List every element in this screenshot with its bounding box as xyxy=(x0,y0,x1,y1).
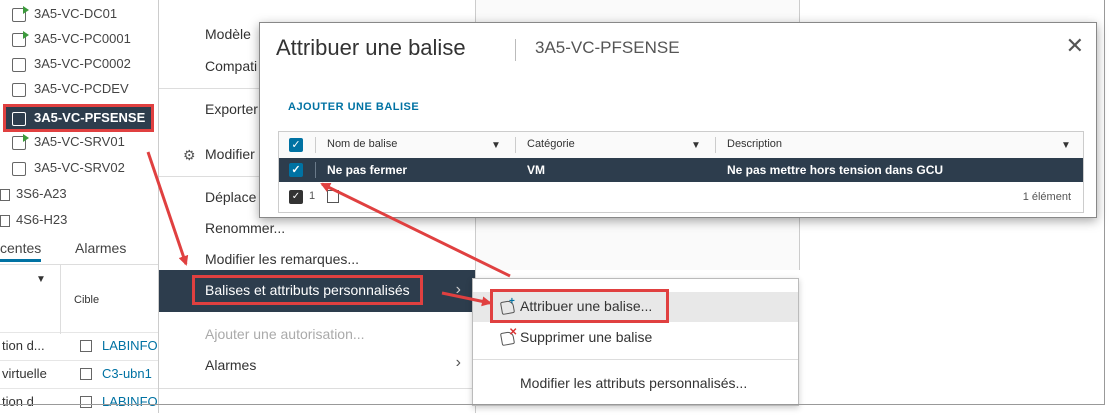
vm-icon xyxy=(12,82,26,97)
title-divider xyxy=(515,39,516,61)
tree-item-vm[interactable]: 3A5-VC-SRV01 xyxy=(12,131,125,153)
column-separator xyxy=(315,137,316,153)
column-divider xyxy=(60,264,61,334)
close-icon[interactable]: ✕ xyxy=(1066,33,1084,59)
menu-item-tags-label: Balises et attributs personnalisés xyxy=(192,275,423,305)
grid-footer: ✓ 1 1 élément xyxy=(279,182,1083,212)
tree-item-vm[interactable]: 3A5-VC-SRV02 xyxy=(12,157,125,179)
assign-tag-highlight xyxy=(490,289,669,323)
task-name: tion d xyxy=(2,394,34,409)
vm-icon xyxy=(12,57,26,72)
selection-checkbox-icon[interactable]: ✓ xyxy=(289,190,303,204)
submenu-item-remove-tag[interactable]: ✕ Supprimer une balise xyxy=(473,323,798,353)
table-row[interactable]: tion d... LABINFO xyxy=(0,332,158,359)
task-name: virtuelle xyxy=(2,366,47,381)
column-header-target: Cible xyxy=(74,294,100,306)
vm-powered-on-icon xyxy=(12,133,29,150)
inventory-tree: 3A5-VC-DC01 3A5-VC-PC0001 3A5-VC-PC0002 … xyxy=(0,0,160,240)
dialog-subtitle: 3A5-VC-PFSENSE xyxy=(535,38,680,57)
tree-item-vm[interactable]: 3A5-VC-DC01 xyxy=(12,3,117,25)
selected-count: 1 xyxy=(309,190,316,202)
tab-recent-tasks[interactable]: centes xyxy=(0,240,42,262)
column-toggle-icon[interactable] xyxy=(327,190,339,203)
filter-icon[interactable]: ▼ xyxy=(491,140,501,151)
menu-item-modele[interactable]: Modèle xyxy=(205,26,251,42)
host-icon xyxy=(0,214,10,227)
row-checkbox[interactable]: ✓ xyxy=(289,163,303,177)
task-target-link[interactable]: LABINFO xyxy=(102,389,158,415)
tags-submenu: + Attribuer une balise... ✕ Supprimer un… xyxy=(472,278,799,406)
vm-powered-on-icon xyxy=(12,30,29,47)
menu-item-compatibility[interactable]: Compati xyxy=(205,58,257,74)
menu-item-edit-notes[interactable]: Modifier les remarques... xyxy=(205,251,359,267)
menu-item-alarms[interactable]: Alarmes xyxy=(205,357,256,373)
task-name: tion d... xyxy=(2,338,45,353)
bottom-tabs: centes Alarmes xyxy=(0,236,158,265)
menu-item-rename[interactable]: Renommer... xyxy=(205,220,285,236)
submenu-item-modify-attributes[interactable]: Modifier les attributs personnalisés... xyxy=(473,369,798,399)
table-row[interactable]: virtuelle C3-ubn1 xyxy=(0,360,158,387)
recent-tasks-table: ▼ Cible tion d... LABINFO virtuelle C3-u… xyxy=(0,264,158,413)
menu-item-add-permission: Ajouter une autorisation... xyxy=(205,326,365,342)
task-target-link[interactable]: C3-ubn1 xyxy=(102,361,152,387)
vm-icon xyxy=(12,111,26,126)
tag-grid: ✓ Nom de balise ▼ Catégorie ▼ Descriptio… xyxy=(278,131,1084,213)
add-tag-button[interactable]: AJOUTER UNE BALISE xyxy=(288,101,419,113)
tag-description-cell: Ne pas mettre hors tension dans GCU xyxy=(727,163,944,177)
edit-settings-icon: ⚙ xyxy=(183,147,196,163)
column-header-category[interactable]: Catégorie xyxy=(527,138,575,150)
target-vm-icon xyxy=(80,368,92,380)
filter-icon[interactable]: ▼ xyxy=(36,274,46,285)
filter-icon[interactable]: ▼ xyxy=(691,140,701,151)
column-separator xyxy=(715,137,716,153)
tab-alarms[interactable]: Alarmes xyxy=(75,240,126,256)
dialog-title: Attribuer une balise xyxy=(276,35,466,60)
target-vm-icon xyxy=(80,396,92,408)
menu-item-tags-active[interactable]: Balises et attributs personnalisés › xyxy=(159,270,475,312)
table-row[interactable]: tion d LABINFO xyxy=(0,388,158,415)
column-header-description[interactable]: Description xyxy=(727,138,782,150)
tag-category-cell: VM xyxy=(527,163,545,177)
column-separator xyxy=(315,162,316,178)
menu-item-edit-settings[interactable]: Modifier xyxy=(205,146,255,162)
assign-tag-dialog: Attribuer une balise 3A5-VC-PFSENSE ✕ AJ… xyxy=(259,22,1097,218)
remove-badge-icon: ✕ xyxy=(509,327,518,338)
tree-item-vm-selected[interactable]: 3A5-VC-PFSENSE xyxy=(2,104,155,132)
host-icon xyxy=(0,188,10,201)
tree-item-vm[interactable]: 3A5-VC-PC0002 xyxy=(12,53,131,75)
menu-item-move[interactable]: Déplace xyxy=(205,189,256,205)
menu-separator xyxy=(473,359,798,360)
tree-item-host[interactable]: 3S6-A23 xyxy=(0,183,67,205)
target-vm-icon xyxy=(80,340,92,352)
filter-icon[interactable]: ▼ xyxy=(1061,140,1071,151)
menu-item-export[interactable]: Exporter xyxy=(205,101,258,117)
vm-powered-on-icon xyxy=(12,5,29,22)
total-items: 1 élément xyxy=(1022,191,1071,203)
column-header-name[interactable]: Nom de balise xyxy=(327,138,397,150)
tree-item-vm[interactable]: 3A5-VC-PC0001 xyxy=(12,28,131,50)
grid-header: ✓ Nom de balise ▼ Catégorie ▼ Descriptio… xyxy=(279,132,1083,159)
menu-separator xyxy=(159,388,475,389)
table-row[interactable]: ✓ Ne pas fermer VM Ne pas mettre hors te… xyxy=(279,158,1083,182)
chevron-right-icon: › xyxy=(455,281,461,298)
tree-item-vm[interactable]: 3A5-VC-PCDEV xyxy=(12,78,129,100)
vm-icon xyxy=(12,161,26,176)
column-separator xyxy=(515,137,516,153)
task-target-link[interactable]: LABINFO xyxy=(102,333,158,359)
chevron-right-icon: › xyxy=(455,354,461,371)
tag-name-cell: Ne pas fermer xyxy=(327,163,408,177)
select-all-checkbox[interactable]: ✓ xyxy=(289,138,303,152)
tree-item-host[interactable]: 4S6-H23 xyxy=(0,209,67,231)
